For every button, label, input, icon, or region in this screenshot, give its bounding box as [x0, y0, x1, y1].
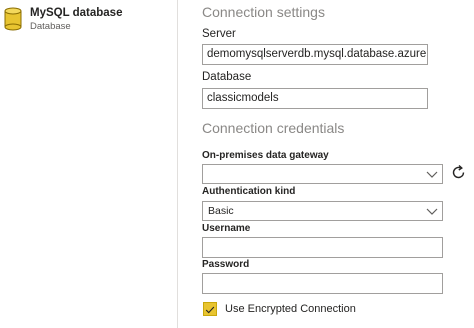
database-label: Database: [202, 71, 252, 83]
server-label: Server: [202, 28, 236, 40]
chevron-down-icon: [426, 171, 438, 178]
connector-item[interactable]: MySQL database Database: [4, 6, 122, 33]
gateway-select[interactable]: [202, 164, 443, 184]
database-input[interactable]: classicmodels: [202, 88, 428, 109]
auth-kind-value: Basic: [208, 205, 234, 217]
refresh-icon[interactable]: [450, 164, 467, 181]
connection-dialog: MySQL database Database Connection setti…: [0, 0, 474, 328]
connector-type: Database: [30, 21, 71, 32]
checkmark-icon: [205, 306, 215, 314]
encrypted-connection-checkbox[interactable]: [203, 302, 217, 316]
password-input[interactable]: [202, 273, 443, 294]
server-input[interactable]: demomysqlserverdb.mysql.database.azure.: [202, 44, 428, 65]
auth-kind-select[interactable]: Basic: [202, 201, 443, 221]
encrypted-connection-label[interactable]: Use Encrypted Connection: [225, 303, 356, 315]
username-label: Username: [202, 223, 251, 234]
connection-credentials-heading: Connection credentials: [202, 120, 345, 136]
gateway-label: On-premises data gateway: [202, 150, 329, 161]
password-label: Password: [202, 259, 250, 270]
connection-settings-heading: Connection settings: [202, 4, 325, 20]
panel-divider: [177, 0, 178, 328]
username-input[interactable]: [202, 237, 443, 258]
auth-kind-label: Authentication kind: [202, 186, 296, 197]
connector-name: MySQL database: [30, 7, 123, 19]
database-icon: [4, 7, 22, 31]
chevron-down-icon: [426, 208, 438, 215]
